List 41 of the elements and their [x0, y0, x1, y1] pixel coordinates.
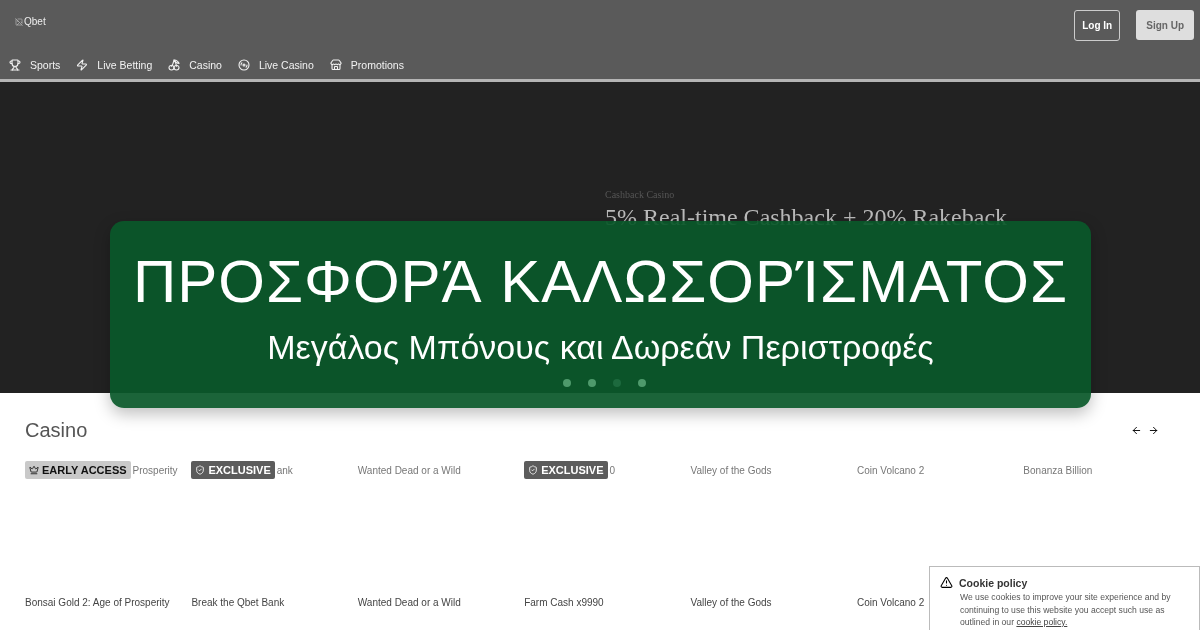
warning-icon: [940, 576, 953, 589]
game-title[interactable]: Farm Cash x9990: [524, 597, 691, 608]
nav-link[interactable]: Live Casino: [237, 59, 314, 71]
image-alt-text: Bonanza Billion: [1023, 464, 1093, 476]
cherries-icon: [168, 59, 181, 71]
chip-icon: [237, 59, 250, 71]
game-badge: EXCLUSIVE: [191, 461, 275, 479]
image-alt-text: Prosperity: [132, 464, 178, 476]
game-badge: EARLY ACCESS: [25, 461, 131, 479]
image-alt-text: Wanted Dead or a Wild: [357, 464, 461, 476]
carousel-dot[interactable]: [563, 379, 571, 387]
game-title[interactable]: Bonsai Gold 2: Age of Prosperity: [25, 597, 192, 608]
nav-link[interactable]: Sports: [9, 59, 61, 71]
image-alt-text: Coin Volcano 2: [856, 464, 925, 476]
promo-title: ΠΡΟΣΦΟΡΆ ΚΑΛΩΣΟΡΊΣΜΑΤΟΣ: [132, 247, 1069, 316]
arrow-left-icon[interactable]: [1131, 425, 1142, 436]
game-title[interactable]: Valley of the Gods: [690, 597, 857, 608]
image-alt-text: Valley of the Gods: [690, 464, 772, 476]
carousel-dot[interactable]: [638, 379, 646, 387]
login-button[interactable]: Log In: [1074, 10, 1121, 41]
signup-button[interactable]: Sign Up: [1136, 10, 1194, 40]
carousel-dot[interactable]: [588, 379, 596, 387]
cookie-link[interactable]: cookie policy.: [1016, 617, 1068, 627]
cookie-title: Cookie policy: [959, 576, 1028, 589]
trophy-icon: [9, 59, 21, 71]
banner-title: 5% Real-time Cashback + 20% Rakeback: [605, 204, 1008, 231]
promo-subtitle: Μεγάλος Μπόνους και Δωρεάν Περιστροφές: [267, 328, 934, 367]
lightning-icon: [76, 59, 89, 71]
nav-link[interactable]: Casino: [168, 59, 222, 71]
arrow-right-icon[interactable]: [1148, 425, 1159, 436]
image-alt-text: ank: [276, 464, 293, 476]
nav-link[interactable]: Live Betting: [76, 59, 153, 71]
image-alt-text: 0: [609, 464, 616, 476]
store-icon: [329, 59, 342, 71]
cookie-text: We use cookies to improve your site experience and by continuing to use this website you accept such use as outlined in our cookie policy.: [960, 591, 1172, 629]
nav-link[interactable]: Promotions: [329, 59, 404, 71]
game-title[interactable]: Break the Qbet Bank: [191, 597, 358, 608]
game-title[interactable]: Wanted Dead or a Wild: [357, 597, 525, 608]
logo[interactable]: Qbet: [15, 16, 46, 27]
game-badge: EXCLUSIVE: [524, 461, 608, 479]
section-title: Casino: [25, 419, 88, 442]
